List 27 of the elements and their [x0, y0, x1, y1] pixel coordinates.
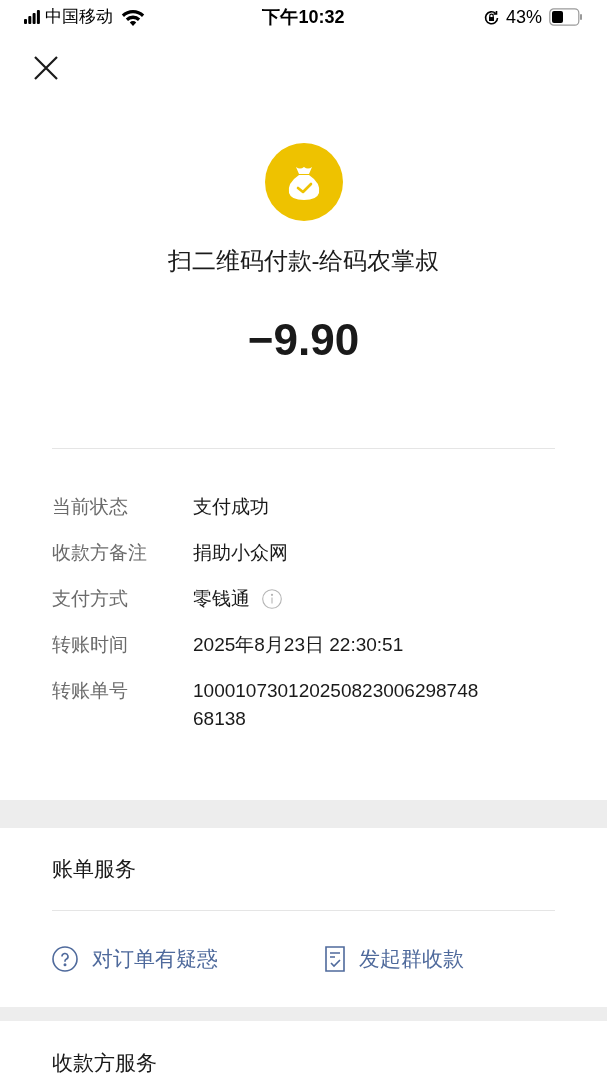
detail-label: 支付方式 [52, 587, 129, 611]
detail-value: 2025年8月23日 22:30:51 [193, 633, 404, 657]
carrier-name: 中国移动 [45, 6, 113, 29]
detail-label: 转账单号 [52, 679, 129, 703]
document-check-icon [325, 946, 345, 972]
wifi-icon [121, 8, 145, 26]
section-title: 收款方服务 [52, 1049, 158, 1076]
action-link[interactable]: 对订单有疑惑 [52, 943, 325, 975]
payment-title: 扫二维码付款-给码农掌叔 [167, 246, 440, 276]
section-title: 账单服务 [52, 828, 555, 911]
detail-value: 支付成功 [193, 495, 269, 519]
detail-label: 收款方备注 [52, 541, 148, 565]
detail-label: 转账时间 [52, 633, 129, 657]
detail-value: 零钱通 [193, 587, 250, 611]
rotation-lock-icon [482, 8, 500, 26]
clock-time: 下午10:32 [262, 5, 345, 29]
detail-label: 当前状态 [52, 495, 129, 519]
detail-value: 捐助小众网 [193, 541, 288, 565]
money-bag-icon [264, 143, 343, 221]
help-icon [52, 946, 78, 972]
battery-icon [549, 8, 583, 26]
close-button[interactable] [32, 54, 60, 82]
signal-icon [24, 10, 40, 24]
payment-amount: −9.90 [247, 318, 360, 362]
action-link[interactable]: 发起群收款 [325, 943, 464, 975]
battery-percent: 43% [505, 5, 542, 29]
detail-value: 100010730120250823006298748 68138 [193, 679, 480, 731]
